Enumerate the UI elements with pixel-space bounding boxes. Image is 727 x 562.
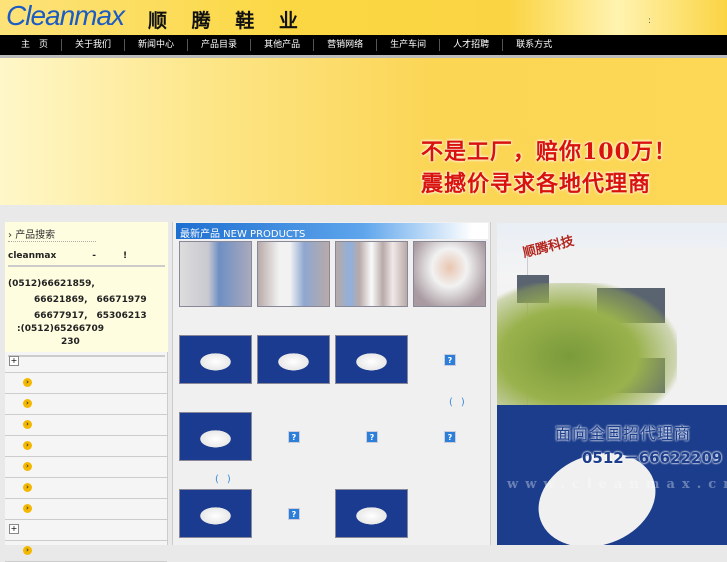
recruit-slogan: 面向全国招代理商 <box>555 424 692 443</box>
product-search-title: 产品搜索 <box>15 230 56 241</box>
category-item[interactable]: › <box>5 436 167 457</box>
product-image-shoe[interactable] <box>179 412 252 461</box>
product-image-cleanroom-suits[interactable] <box>179 241 252 307</box>
arrow-bullet-icon: › <box>23 483 32 492</box>
new-products-panel: 最新产品 NEW PRODUCTS ? () ? ? ? () ? <box>172 222 491 545</box>
arrow-bullet-icon: › <box>23 441 32 450</box>
nav-catalog[interactable]: 产品目录 <box>188 39 252 51</box>
category-item[interactable]: › <box>5 373 167 394</box>
category-item[interactable]: › <box>5 394 167 415</box>
nav-about[interactable]: 关于我们 <box>62 39 126 51</box>
brand-name: 顺 腾 鞋 业 <box>148 10 307 32</box>
category-group[interactable]: + <box>5 352 167 373</box>
arrow-bullet-icon: › <box>23 399 32 408</box>
recruit-phone: 0512－66622209 <box>582 449 723 467</box>
broken-image-icon[interactable]: ? <box>366 431 378 443</box>
nav-jobs[interactable]: 人才招聘 <box>440 39 504 51</box>
sidebar: › 产品搜索 cleanmax - ! (0512)66621859, 6662… <box>5 222 168 562</box>
phone-3: 66677917, 65306213 <box>34 311 147 321</box>
category-item[interactable]: › <box>5 415 167 436</box>
arrow-bullet-icon: › <box>23 378 32 387</box>
factory-photo: 顺腾科技 <box>497 223 727 405</box>
banner-slogan-2: 震撼价寻求各地代理商 <box>421 171 652 197</box>
nav-news[interactable]: 新闻中心 <box>125 39 189 51</box>
nav-sales-network[interactable]: 营销网络 <box>314 39 378 51</box>
arrow-bullet-icon: › <box>23 504 32 513</box>
fax: :(0512)65266709 <box>17 324 104 334</box>
category-item[interactable]: › <box>5 478 167 499</box>
category-group[interactable]: + <box>5 520 167 541</box>
arrow-bullet-icon: › <box>23 546 32 555</box>
phone-1: (0512)66621859, <box>8 279 95 289</box>
expand-icon[interactable]: + <box>9 524 19 534</box>
promo-image[interactable]: 顺腾科技 面向全国招代理商 0512－66622209 www.cleanmax… <box>497 223 727 545</box>
arrow-bullet-icon: › <box>23 420 32 429</box>
broken-image-icon[interactable]: ? <box>288 508 300 520</box>
product-caption: () <box>215 474 239 485</box>
product-image-shoe[interactable] <box>179 489 252 538</box>
banner-slogan-1: 不是工厂，赔你100万！ <box>421 139 677 165</box>
logo[interactable]: Cleanmax <box>6 0 125 32</box>
product-image-shoe[interactable] <box>179 335 252 384</box>
broken-image-icon[interactable]: ? <box>444 354 456 366</box>
product-image-cleanroom-cap[interactable] <box>413 241 486 307</box>
phone-2: 66621869, 66671979 <box>34 295 147 305</box>
expand-icon[interactable]: + <box>9 356 19 366</box>
header-colon: : <box>648 16 652 26</box>
contact-box: › 产品搜索 cleanmax - ! (0512)66621859, 6662… <box>5 222 168 357</box>
product-caption: () <box>449 397 473 408</box>
watermark: www.cleanmax.cn <box>507 477 727 492</box>
product-image-shoe[interactable] <box>257 335 330 384</box>
nav-workshop[interactable]: 生产车间 <box>377 39 441 51</box>
company-line: cleanmax - ! <box>8 248 165 267</box>
category-item[interactable]: › <box>5 541 167 562</box>
product-search-heading[interactable]: › 产品搜索 <box>8 226 96 242</box>
new-products-title: 最新产品 NEW PRODUCTS <box>176 223 488 240</box>
main-nav: 主 页 关于我们 新闻中心 产品目录 其他产品 营销网络 生产车间 人才招聘 联… <box>0 35 727 55</box>
banner: 不是工厂，赔你100万！ 震撼价寻求各地代理商 <box>0 58 727 205</box>
category-item[interactable]: › <box>5 499 167 520</box>
product-image-shoe[interactable] <box>335 335 408 384</box>
arrow-bullet-icon: › <box>23 462 32 471</box>
nav-contact[interactable]: 联系方式 <box>503 39 565 51</box>
product-image-lab-coats[interactable] <box>335 241 408 307</box>
product-image-work-clothes[interactable] <box>257 241 330 307</box>
product-image-shoe[interactable] <box>335 489 408 538</box>
category-item[interactable]: › <box>5 457 167 478</box>
broken-image-icon[interactable]: ? <box>444 431 456 443</box>
nav-home[interactable]: 主 页 <box>8 39 63 51</box>
agent-recruit-panel: 面向全国招代理商 0512－66622209 www.cleanmax.cn <box>497 405 727 545</box>
broken-image-icon[interactable]: ? <box>288 431 300 443</box>
nav-other-products[interactable]: 其他产品 <box>251 39 315 51</box>
